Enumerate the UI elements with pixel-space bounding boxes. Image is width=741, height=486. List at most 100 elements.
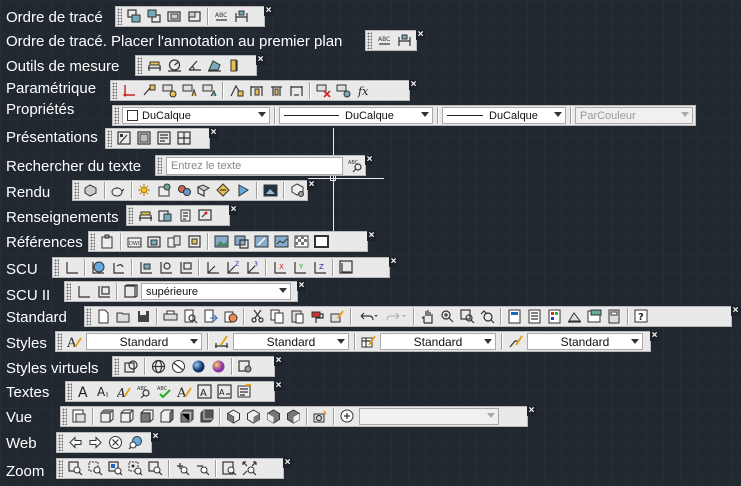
toolbar-grip[interactable] — [90, 233, 95, 250]
close-icon[interactable]: × — [209, 128, 218, 138]
bind-xref-icon[interactable] — [165, 233, 183, 250]
text-style-icon[interactable]: A — [175, 383, 193, 400]
toolbar-grip[interactable] — [114, 358, 119, 375]
text-style-select[interactable]: Standard — [86, 333, 202, 350]
cut-icon[interactable] — [248, 308, 266, 325]
toolbar-grip[interactable] — [137, 57, 142, 74]
close-icon[interactable]: × — [409, 80, 418, 90]
render-region-icon[interactable] — [235, 182, 253, 199]
sw-iso-icon[interactable] — [224, 408, 242, 425]
linetype-select[interactable]: DuCalque — [279, 107, 433, 124]
radial-dim-icon[interactable] — [287, 82, 305, 99]
right-view-icon[interactable] — [157, 408, 175, 425]
face-ucs-icon[interactable] — [136, 259, 154, 276]
new-icon[interactable] — [94, 308, 112, 325]
ucs-previous-icon[interactable] — [109, 259, 127, 276]
materials-icon[interactable] — [175, 182, 193, 199]
object-ucs-icon[interactable] — [156, 259, 174, 276]
auto-constrain-icon[interactable] — [120, 82, 138, 99]
measure-angle-icon[interactable] — [185, 57, 203, 74]
copy-icon[interactable] — [268, 308, 286, 325]
convert-space-icon[interactable] — [235, 383, 253, 400]
bring-above-icon[interactable] — [165, 8, 183, 25]
toolbar-grip[interactable] — [367, 32, 372, 49]
external-references-icon[interactable] — [98, 233, 116, 250]
zoom-dynamic-icon[interactable] — [86, 460, 104, 477]
hide-icon[interactable] — [82, 182, 100, 199]
measure-area-icon[interactable] — [205, 57, 223, 74]
measure-volume-icon[interactable] — [225, 57, 243, 74]
z-axis-ucs-icon[interactable]: Z — [223, 259, 241, 276]
sheet-set-icon[interactable] — [565, 308, 583, 325]
left-view-icon[interactable] — [137, 408, 155, 425]
text-front-icon[interactable]: ABC — [212, 8, 230, 25]
scale-text-icon[interactable]: A — [195, 383, 213, 400]
send-back-icon[interactable] — [145, 8, 163, 25]
color-select[interactable]: DuCalque — [122, 107, 270, 124]
apply-ucs-icon[interactable] — [337, 259, 355, 276]
calculator-icon[interactable] — [605, 308, 623, 325]
dim-style-icon[interactable] — [212, 333, 230, 350]
properties-icon[interactable] — [505, 308, 523, 325]
bottom-view-icon[interactable] — [117, 408, 135, 425]
visual-style-manager-icon[interactable] — [236, 358, 254, 375]
pan-icon[interactable] — [418, 308, 436, 325]
markup-icon[interactable] — [585, 308, 603, 325]
toolbar-grip[interactable] — [66, 283, 71, 300]
ne-iso-icon[interactable] — [264, 408, 282, 425]
text-style-icon[interactable]: A — [65, 333, 83, 350]
3point-ucs-icon[interactable]: 3 — [243, 259, 261, 276]
edit-text-icon[interactable]: A — [115, 383, 133, 400]
zoom-all-icon[interactable] — [220, 460, 238, 477]
spell-check-icon[interactable]: ABC — [155, 383, 173, 400]
stop-icon[interactable] — [106, 434, 124, 451]
y-rotate-ucs-icon[interactable]: Y — [290, 259, 308, 276]
materials-browser-icon[interactable] — [155, 182, 173, 199]
top-view-icon[interactable] — [97, 408, 115, 425]
render-settings-icon[interactable] — [288, 182, 306, 199]
justify-text-icon[interactable]: A — [215, 383, 233, 400]
back-arrow-icon[interactable] — [66, 434, 84, 451]
zoom-window-icon[interactable] — [66, 460, 84, 477]
image-quality-icon[interactable] — [272, 233, 290, 250]
zoom-center-icon[interactable] — [126, 460, 144, 477]
toolbar-grip[interactable] — [74, 182, 79, 199]
attach-dwg-icon[interactable]: DWG — [125, 233, 143, 250]
close-icon[interactable]: × — [389, 257, 398, 267]
dim-style-select[interactable]: Standard — [233, 333, 349, 350]
lineweight-select[interactable]: DuCalque — [442, 107, 566, 124]
view-cube-icon[interactable] — [121, 283, 139, 300]
teapot-icon[interactable] — [109, 182, 127, 199]
attach-image-icon[interactable] — [212, 233, 230, 250]
toolbar-grip[interactable] — [112, 82, 117, 99]
layout-template-icon[interactable] — [135, 130, 153, 147]
2d-wireframe-icon[interactable] — [122, 358, 140, 375]
block-editor-icon[interactable] — [328, 308, 346, 325]
delete-constraints-icon[interactable] — [314, 82, 332, 99]
toolbar-grip[interactable] — [67, 383, 72, 400]
clip-xref-icon[interactable] — [145, 233, 163, 250]
toolbar-grip[interactable] — [128, 207, 133, 224]
xref-frame-icon[interactable] — [185, 233, 203, 250]
clip-image-icon[interactable] — [232, 233, 250, 250]
toolbar-grip[interactable] — [114, 107, 119, 124]
region-mass-icon[interactable] — [156, 207, 174, 224]
toolbar-grip[interactable] — [58, 434, 63, 451]
close-icon[interactable]: × — [367, 231, 376, 241]
close-icon[interactable]: × — [274, 381, 283, 391]
image-transparency-icon[interactable] — [292, 233, 310, 250]
wireframe-icon[interactable] — [149, 358, 167, 375]
single-line-text-icon[interactable]: AI — [95, 383, 113, 400]
table-style-icon[interactable] — [359, 333, 377, 350]
zoom-out-icon[interactable] — [193, 460, 211, 477]
front-view-icon[interactable] — [177, 408, 195, 425]
nw-iso-icon[interactable] — [284, 408, 302, 425]
zoom-scale-icon[interactable] — [106, 460, 124, 477]
toolbar-grip[interactable] — [58, 460, 63, 477]
close-icon[interactable]: × — [416, 30, 425, 40]
viewports-icon[interactable] — [175, 130, 193, 147]
toolbar-grip[interactable] — [86, 308, 91, 325]
close-icon[interactable]: × — [264, 6, 273, 16]
view-ucs-icon[interactable] — [176, 259, 194, 276]
map-icon[interactable] — [195, 182, 213, 199]
